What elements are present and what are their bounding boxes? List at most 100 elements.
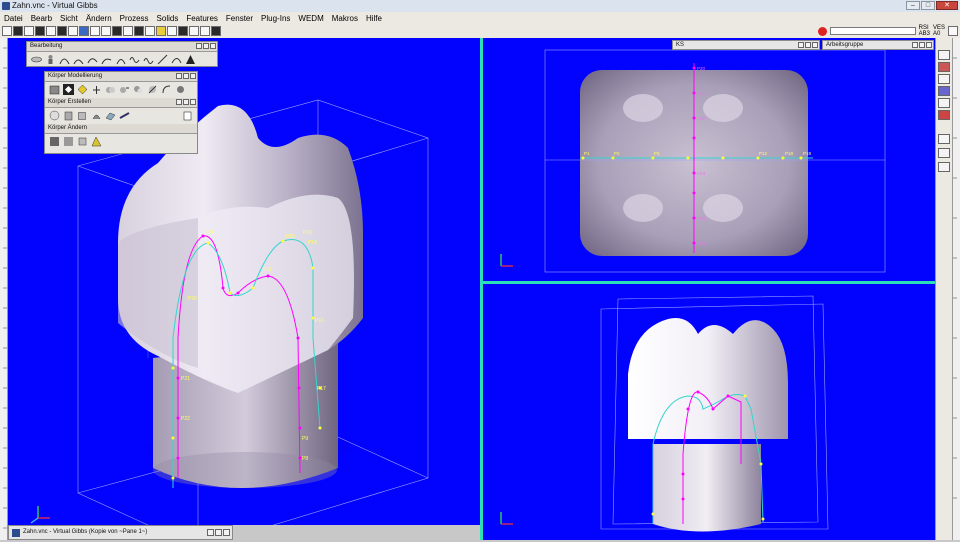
panel-min-button[interactable] bbox=[196, 43, 202, 49]
panel-toggle-2-icon[interactable] bbox=[938, 148, 950, 158]
tab-ks-max[interactable] bbox=[805, 42, 811, 48]
viewport-perspective[interactable] bbox=[483, 284, 935, 540]
menu-aendern[interactable]: Ändern bbox=[82, 14, 116, 23]
cube-icon[interactable] bbox=[77, 110, 88, 121]
menu-features[interactable]: Features bbox=[182, 14, 222, 23]
draft-icon[interactable] bbox=[63, 136, 74, 147]
panel3-min-button[interactable] bbox=[176, 99, 182, 105]
solid-box-icon[interactable] bbox=[182, 110, 193, 121]
arc5-tool-icon[interactable] bbox=[115, 54, 126, 65]
layer-icon[interactable] bbox=[178, 26, 188, 36]
maximize-small-button[interactable] bbox=[215, 529, 222, 536]
fillet-icon[interactable] bbox=[161, 84, 172, 95]
save-view-icon[interactable] bbox=[938, 50, 950, 60]
tab-ag-close[interactable] bbox=[926, 42, 932, 48]
delete-icon[interactable] bbox=[938, 110, 950, 120]
panel-close-button[interactable] bbox=[210, 43, 216, 49]
tab-ks-close[interactable] bbox=[812, 42, 818, 48]
subtract-icon[interactable] bbox=[119, 84, 130, 95]
split-icon[interactable] bbox=[147, 84, 158, 95]
menu-plugins[interactable]: Plug-Ins bbox=[257, 14, 294, 23]
sphere-icon[interactable] bbox=[49, 110, 60, 121]
menu-bearb[interactable]: Bearb bbox=[27, 14, 56, 23]
panel2-min-button[interactable] bbox=[176, 73, 182, 79]
cylinder-icon[interactable] bbox=[63, 110, 74, 121]
maximize-button[interactable]: □ bbox=[921, 1, 935, 10]
arc3-tool-icon[interactable] bbox=[87, 54, 98, 65]
view-side-icon[interactable] bbox=[57, 26, 67, 36]
yellow-solid-icon[interactable] bbox=[77, 84, 88, 95]
menu-wedm[interactable]: WEDM bbox=[294, 14, 327, 23]
grid-icon[interactable] bbox=[167, 26, 177, 36]
zoom-icon[interactable] bbox=[79, 26, 89, 36]
save-icon[interactable] bbox=[24, 26, 34, 36]
view-front-icon[interactable] bbox=[35, 26, 45, 36]
union-icon[interactable] bbox=[105, 84, 116, 95]
extrude-icon[interactable] bbox=[105, 110, 116, 121]
settings-icon[interactable] bbox=[948, 26, 958, 36]
wave2-tool-icon[interactable] bbox=[143, 54, 154, 65]
fit-icon[interactable] bbox=[156, 26, 166, 36]
ellipse-tool-icon[interactable] bbox=[31, 54, 42, 65]
arc-tool-icon[interactable] bbox=[59, 54, 70, 65]
stop-icon[interactable] bbox=[817, 26, 827, 36]
arc4-tool-icon[interactable] bbox=[101, 54, 112, 65]
arrow-tool-icon[interactable] bbox=[157, 54, 168, 65]
menu-makros[interactable]: Makros bbox=[328, 14, 362, 23]
tab-ks[interactable]: KS bbox=[672, 40, 820, 50]
revolve-icon[interactable] bbox=[91, 110, 102, 121]
panel-max-button[interactable] bbox=[203, 43, 209, 49]
menu-hilfe[interactable]: Hilfe bbox=[362, 14, 386, 23]
view-top-icon[interactable] bbox=[46, 26, 56, 36]
panel-toggle-1-icon[interactable] bbox=[938, 134, 950, 144]
rotate-icon[interactable] bbox=[101, 26, 111, 36]
panel3-close-button[interactable] bbox=[190, 99, 196, 105]
shaded-icon[interactable] bbox=[123, 26, 133, 36]
minimize-button[interactable]: – bbox=[906, 1, 920, 10]
open-icon[interactable] bbox=[13, 26, 23, 36]
pan-icon[interactable] bbox=[90, 26, 100, 36]
arc2-tool-icon[interactable] bbox=[73, 54, 84, 65]
wave-tool-icon[interactable] bbox=[129, 54, 140, 65]
menu-sicht[interactable]: Sicht bbox=[56, 14, 82, 23]
offset-icon[interactable] bbox=[77, 136, 88, 147]
panel-toggle-3-icon[interactable] bbox=[938, 162, 950, 172]
close-button[interactable]: ✕ bbox=[936, 1, 958, 10]
close-small-button[interactable] bbox=[223, 529, 230, 536]
tab-ag-max[interactable] bbox=[919, 42, 925, 48]
menu-prozess[interactable]: Prozess bbox=[116, 14, 153, 23]
rhombus-solid-icon[interactable] bbox=[63, 84, 74, 95]
curve-tool-icon[interactable] bbox=[171, 54, 182, 65]
intersect-icon[interactable] bbox=[133, 84, 144, 95]
menu-fenster[interactable]: Fenster bbox=[222, 14, 257, 23]
panel3-max-button[interactable] bbox=[183, 99, 189, 105]
tab-ks-min[interactable] bbox=[798, 42, 804, 48]
minimized-window-tab[interactable]: Zahn.vnc - Virtual Gibbs (Kopie von ~Pan… bbox=[8, 525, 233, 540]
tab-ag-min[interactable] bbox=[912, 42, 918, 48]
viewport-top[interactable]: P1 P2 P3 P12 P18 P19 P20 P21 P22 P23 P24… bbox=[483, 38, 935, 281]
hidden-line-icon[interactable] bbox=[134, 26, 144, 36]
redraw-icon[interactable] bbox=[145, 26, 155, 36]
menu-datei[interactable]: Datei bbox=[0, 14, 27, 23]
shell-icon[interactable] bbox=[49, 136, 60, 147]
wireframe-icon[interactable] bbox=[112, 26, 122, 36]
new-icon[interactable] bbox=[2, 26, 12, 36]
menu-solids[interactable]: Solids bbox=[153, 14, 183, 23]
star-tool-icon[interactable] bbox=[185, 54, 196, 65]
add-icon[interactable] bbox=[91, 84, 102, 95]
measure-icon[interactable] bbox=[200, 26, 210, 36]
sweep-icon[interactable] bbox=[119, 110, 130, 121]
color-palette-icon[interactable] bbox=[938, 86, 950, 96]
view-iso-icon[interactable] bbox=[68, 26, 78, 36]
trim-icon[interactable] bbox=[91, 136, 102, 147]
restore-button[interactable] bbox=[207, 529, 214, 536]
person-tool-icon[interactable] bbox=[45, 54, 56, 65]
chamfer-icon[interactable] bbox=[175, 84, 186, 95]
tab-arbeitsgruppe[interactable]: Arbeitsgruppe bbox=[822, 40, 934, 50]
layers-icon[interactable] bbox=[938, 62, 950, 72]
filter-icon[interactable] bbox=[938, 98, 950, 108]
box-solid-icon[interactable] bbox=[49, 84, 60, 95]
panel2-max-button[interactable] bbox=[183, 73, 189, 79]
attributes-icon[interactable] bbox=[938, 74, 950, 84]
print-icon[interactable] bbox=[211, 26, 221, 36]
